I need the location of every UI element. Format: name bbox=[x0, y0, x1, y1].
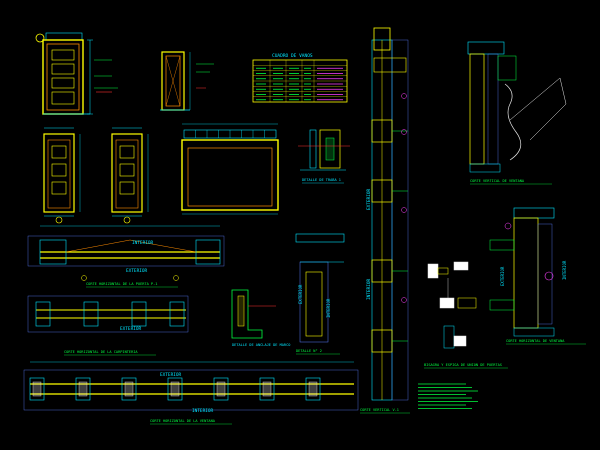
table-title: CUADRO DE VANOS bbox=[272, 53, 313, 59]
door-elevation-b bbox=[111, 127, 149, 224]
vanos-table: CUADRO DE VANOS bbox=[252, 53, 348, 103]
door-detail-small bbox=[160, 51, 214, 111]
label-interior-door: INTERIOR bbox=[132, 240, 154, 246]
detail-traba-1: DETALLE DE TRABA 1 bbox=[298, 129, 350, 184]
window-horizontal-section-right: EXTERIOR INTERIOR CORTE HORIZONTAL DE VE… bbox=[489, 207, 586, 345]
caption-detalle-traba: DETALLE DE TRABA 1 bbox=[302, 178, 341, 182]
detail-anclaje: DETALLE DE ANCLAJE DE MARCO bbox=[231, 289, 290, 347]
detail-2: EXTERIOR INTERIOR DETALLE N° 2 bbox=[295, 233, 345, 355]
label-interior-vert: INTERIOR bbox=[366, 278, 372, 300]
hinge-detail: BISAGRA Y ESPIGA DE UNION DE PUERTAS bbox=[424, 261, 508, 369]
label-exterior-right: EXTERIOR bbox=[500, 266, 505, 286]
caption-corte-horizontal-ventana: CORTE HORIZONTAL DE VENTANA bbox=[506, 339, 565, 343]
caption-bisagra: BISAGRA Y ESPIGA DE UNION DE PUERTAS bbox=[424, 363, 502, 367]
caption-anclaje: DETALLE DE ANCLAJE DE MARCO bbox=[232, 343, 290, 347]
label-exterior-door: EXTERIOR bbox=[126, 268, 148, 274]
window-horizontal-section: EXTERIOR INTERIOR CORTE HORIZONTAL DE LA… bbox=[23, 361, 359, 425]
notes-block bbox=[418, 383, 478, 409]
label-exterior-window: EXTERIOR bbox=[160, 372, 182, 378]
door-elevation-p1 bbox=[35, 32, 118, 115]
caption-ventana-bottom: CORTE HORIZONTAL DE LA VENTANA bbox=[150, 419, 216, 423]
label-interior-window: INTERIOR bbox=[192, 408, 214, 414]
caption-carpinteria: CORTE HORIZONTAL DE LA CARPINTERIA bbox=[64, 350, 138, 354]
carpinteria-section: EXTERIOR CORTE HORIZONTAL DE LA CARPINTE… bbox=[27, 295, 189, 356]
caption-detalle-2: DETALLE N° 2 bbox=[296, 349, 322, 353]
label-exterior-det2: EXTERIOR bbox=[298, 284, 303, 304]
cad-drawing-sheet: CUADRO DE VANOS DETALLE DE TRABA 1 INTER… bbox=[0, 0, 600, 450]
label-interior-right: INTERIOR bbox=[562, 260, 567, 280]
cad-canvas: CUADRO DE VANOS DETALLE DE TRABA 1 INTER… bbox=[23, 27, 586, 425]
door-elevation-a bbox=[43, 127, 81, 224]
label-interior-det2: INTERIOR bbox=[326, 298, 331, 318]
caption-corte-vertical-ventana: CORTE VERTICAL DE VENTANA bbox=[470, 179, 525, 183]
label-exterior-carpinteria: EXTERIOR bbox=[120, 326, 142, 332]
label-exterior-vert: EXTERIOR bbox=[366, 188, 372, 210]
vertical-section-v1: EXTERIOR INTERIOR CORTE VERTICAL V-1 bbox=[360, 27, 410, 414]
window-elevation bbox=[181, 123, 279, 215]
door-horizontal-section: INTERIOR EXTERIOR CORTE HORIZONTAL DE LA… bbox=[27, 225, 225, 288]
window-vertical-section: CORTE VERTICAL DE VENTANA bbox=[467, 41, 567, 185]
caption-corte-puerta: CORTE HORIZONTAL DE LA PUERTA P-1 bbox=[86, 282, 157, 286]
caption-corte-vertical: CORTE VERTICAL V-1 bbox=[360, 408, 399, 412]
